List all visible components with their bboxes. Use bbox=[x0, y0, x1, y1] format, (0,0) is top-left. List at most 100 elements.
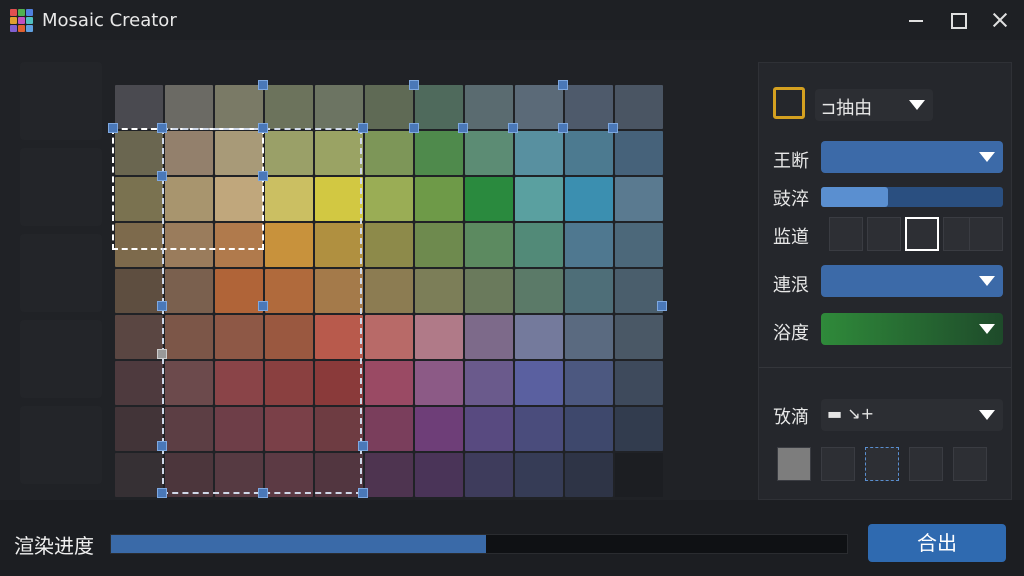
mosaic-tile[interactable] bbox=[565, 315, 613, 359]
mosaic-tile[interactable] bbox=[615, 453, 663, 497]
mosaic-tile[interactable] bbox=[415, 453, 463, 497]
mosaic-tile[interactable] bbox=[465, 315, 513, 359]
row-select[interactable] bbox=[821, 141, 1003, 173]
mosaic-tile[interactable] bbox=[565, 223, 613, 267]
mosaic-tile[interactable] bbox=[465, 131, 513, 175]
selection-rectangle[interactable] bbox=[162, 128, 362, 494]
resize-handle[interactable] bbox=[108, 123, 118, 133]
mosaic-tile[interactable] bbox=[515, 407, 563, 451]
row-select[interactable] bbox=[821, 265, 1003, 297]
resize-handle[interactable] bbox=[157, 171, 167, 181]
thumbnail-slot[interactable] bbox=[20, 62, 102, 140]
swatch[interactable] bbox=[777, 447, 811, 481]
resize-handle[interactable] bbox=[409, 123, 419, 133]
minimize-icon[interactable] bbox=[904, 8, 928, 32]
mosaic-tile[interactable] bbox=[465, 407, 513, 451]
folder-image-icon[interactable] bbox=[773, 87, 805, 119]
mosaic-tile[interactable] bbox=[415, 315, 463, 359]
resize-handle[interactable] bbox=[558, 123, 568, 133]
mosaic-tile[interactable] bbox=[415, 223, 463, 267]
thumbnail-slot[interactable] bbox=[20, 406, 102, 484]
resize-handle[interactable] bbox=[157, 441, 167, 451]
resize-handle[interactable] bbox=[358, 123, 368, 133]
mosaic-tile[interactable] bbox=[415, 269, 463, 313]
resize-handle[interactable] bbox=[657, 301, 667, 311]
mosaic-tile[interactable] bbox=[615, 131, 663, 175]
mosaic-tile[interactable] bbox=[515, 85, 563, 129]
mosaic-tile[interactable] bbox=[565, 361, 613, 405]
mosaic-tile[interactable] bbox=[365, 177, 413, 221]
mosaic-tile[interactable] bbox=[615, 361, 663, 405]
export-button[interactable]: 合出 bbox=[868, 524, 1006, 562]
thumbnail-slot[interactable] bbox=[20, 234, 102, 312]
mosaic-tile[interactable] bbox=[115, 453, 163, 497]
swatch-selected[interactable] bbox=[905, 217, 939, 251]
mosaic-tile[interactable] bbox=[365, 85, 413, 129]
mosaic-tile[interactable] bbox=[565, 453, 613, 497]
resize-handle[interactable] bbox=[608, 123, 618, 133]
mosaic-tile[interactable] bbox=[165, 85, 213, 129]
maximize-icon[interactable] bbox=[946, 8, 970, 32]
mode-select[interactable]: ⊐抽由 bbox=[815, 89, 933, 121]
resize-handle[interactable] bbox=[458, 123, 468, 133]
resize-handle[interactable] bbox=[558, 80, 568, 90]
mosaic-tile[interactable] bbox=[365, 453, 413, 497]
mosaic-tile[interactable] bbox=[615, 223, 663, 267]
mosaic-tile[interactable] bbox=[515, 269, 563, 313]
mosaic-tile[interactable] bbox=[465, 269, 513, 313]
mosaic-tile[interactable] bbox=[515, 361, 563, 405]
mosaic-tile[interactable] bbox=[115, 315, 163, 359]
resize-handle[interactable] bbox=[157, 488, 167, 498]
mosaic-tile[interactable] bbox=[215, 85, 263, 129]
resize-handle[interactable] bbox=[157, 349, 167, 359]
mosaic-tile[interactable] bbox=[515, 315, 563, 359]
resize-handle[interactable] bbox=[258, 123, 268, 133]
swatch[interactable] bbox=[953, 447, 987, 481]
resize-handle[interactable] bbox=[258, 488, 268, 498]
mosaic-tile[interactable] bbox=[515, 131, 563, 175]
swatch[interactable] bbox=[909, 447, 943, 481]
swatch[interactable] bbox=[969, 217, 1003, 251]
resize-handle[interactable] bbox=[508, 123, 518, 133]
bottom-select[interactable]: ▬ ↘+ bbox=[821, 399, 1003, 431]
mosaic-tile[interactable] bbox=[115, 407, 163, 451]
mosaic-tile[interactable] bbox=[565, 85, 613, 129]
mosaic-tile[interactable] bbox=[565, 269, 613, 313]
swatch[interactable] bbox=[821, 447, 855, 481]
resize-handle[interactable] bbox=[258, 171, 268, 181]
resize-handle[interactable] bbox=[358, 441, 368, 451]
resize-handle[interactable] bbox=[157, 301, 167, 311]
mosaic-tile[interactable] bbox=[615, 177, 663, 221]
mosaic-tile[interactable] bbox=[415, 131, 463, 175]
row-slider[interactable] bbox=[821, 187, 1003, 207]
resize-handle[interactable] bbox=[258, 301, 268, 311]
mosaic-tile[interactable] bbox=[265, 85, 313, 129]
resize-handle[interactable] bbox=[358, 488, 368, 498]
mosaic-tile[interactable] bbox=[115, 85, 163, 129]
resize-handle[interactable] bbox=[157, 123, 167, 133]
mosaic-tile[interactable] bbox=[315, 85, 363, 129]
mosaic-tile[interactable] bbox=[415, 177, 463, 221]
mosaic-tile[interactable] bbox=[365, 269, 413, 313]
mosaic-tile[interactable] bbox=[365, 223, 413, 267]
mosaic-tile[interactable] bbox=[465, 85, 513, 129]
mosaic-tile[interactable] bbox=[365, 131, 413, 175]
thumbnail-slot[interactable] bbox=[20, 148, 102, 226]
mosaic-tile[interactable] bbox=[365, 361, 413, 405]
mosaic-tile[interactable] bbox=[115, 361, 163, 405]
mosaic-tile[interactable] bbox=[465, 361, 513, 405]
mosaic-tile[interactable] bbox=[515, 177, 563, 221]
mosaic-tile[interactable] bbox=[465, 223, 513, 267]
mosaic-tile[interactable] bbox=[565, 177, 613, 221]
mosaic-tile[interactable] bbox=[565, 407, 613, 451]
resize-handle[interactable] bbox=[409, 80, 419, 90]
mosaic-tile[interactable] bbox=[565, 131, 613, 175]
mosaic-tile[interactable] bbox=[415, 407, 463, 451]
resize-handle[interactable] bbox=[258, 80, 268, 90]
swatch[interactable] bbox=[829, 217, 863, 251]
mosaic-tile[interactable] bbox=[515, 453, 563, 497]
mosaic-tile[interactable] bbox=[465, 453, 513, 497]
mosaic-tile[interactable] bbox=[515, 223, 563, 267]
mosaic-tile[interactable] bbox=[615, 407, 663, 451]
mosaic-tile[interactable] bbox=[615, 269, 663, 313]
